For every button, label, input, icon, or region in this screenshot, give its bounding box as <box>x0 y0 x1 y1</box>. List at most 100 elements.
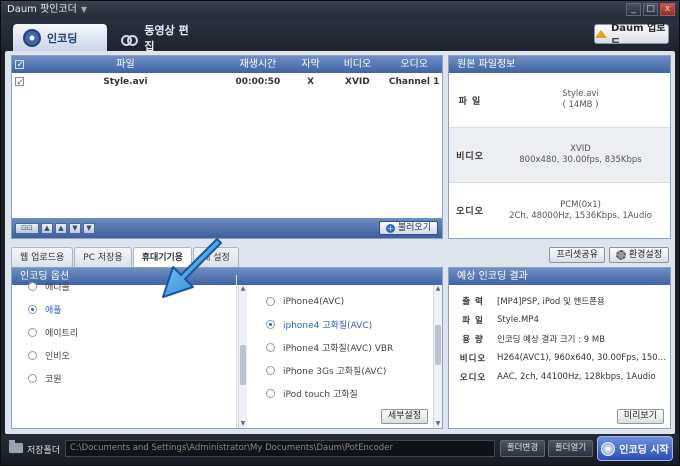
radio-button[interactable] <box>28 374 37 383</box>
brand-list: 애니콜 애플 에이트리 인비오 코원 <box>12 275 237 428</box>
start-encoding-button[interactable]: 인코딩 시작 <box>597 436 673 461</box>
open-folder-button[interactable]: 폴더열기 <box>548 440 593 457</box>
result-row: 출 력 [MP4]PSP, iPod 및 핸드폰용 <box>449 291 670 310</box>
column-audio[interactable]: 오디오 <box>386 56 442 73</box>
column-file[interactable]: 파일 <box>28 56 223 73</box>
window-title: Daum 팟인코더 <box>7 4 77 15</box>
select-all-checkbox[interactable] <box>15 57 25 74</box>
preset-tabs: 웹 업로드용 PC 저장용 휴대기기용 내 설정 <box>11 247 240 268</box>
brand-item[interactable]: 애플 <box>12 298 236 321</box>
result-value: 인코딩 예상 결과 크기 : 9 MB <box>497 334 606 345</box>
device-list: iPhone4(AVC) iphone4 고화질(AVC) iPhone4 고화… <box>250 290 438 428</box>
table-row[interactable]: Style.avi 00:00:50 X XVID Channel 1 <box>12 73 442 92</box>
cell-subtitle: X <box>307 77 315 87</box>
scroll-down-icon[interactable]: ▼ <box>435 421 441 427</box>
column-subtitle[interactable]: 자막 <box>293 56 329 73</box>
select-toggle-button[interactable]: ⊡⊡ <box>15 222 39 234</box>
row-checkbox[interactable] <box>15 74 25 92</box>
radio-button[interactable] <box>28 305 37 314</box>
column-video[interactable]: 비디오 <box>329 56 387 73</box>
main-tab-bar: 인코딩 동영상 편집 Daum 업로드 <box>1 19 679 53</box>
expected-result-panel: 예상 인코딩 결과 출 력 [MP4]PSP, iPod 및 핸드폰용 파 일 St… <box>448 267 671 429</box>
tab-mobile-device[interactable]: 휴대기기용 <box>132 247 193 268</box>
tab-encoding[interactable]: 인코딩 <box>13 24 107 51</box>
scroll-up-icon[interactable]: ▲ <box>435 286 441 292</box>
radio-button[interactable] <box>266 389 275 398</box>
result-row: 오디오 AAC, 2ch, 44100Hz, 128kbps, 1Audio <box>449 367 670 386</box>
brand-label: 코원 <box>45 375 62 385</box>
info-label: 비디오 <box>456 151 484 162</box>
radio-button[interactable] <box>266 297 275 306</box>
settings-button[interactable]: 환경설정 <box>608 247 669 263</box>
file-table-header: 파일 재생시간 자막 비디오 오디오 <box>12 56 442 74</box>
brand-label: 에이트리 <box>45 329 79 339</box>
brand-item[interactable]: 코원 <box>12 367 236 390</box>
cell-file: Style.avi <box>103 77 148 87</box>
brand-label: 애니콜 <box>45 283 70 293</box>
title-dropdown-icon[interactable]: ▼ <box>81 5 87 14</box>
move-top-button[interactable]: ▲ <box>41 222 53 234</box>
scissors-icon <box>121 30 139 46</box>
radio-button[interactable] <box>28 351 37 360</box>
cell-video: XVID <box>345 77 370 87</box>
file-list-panel: 파일 재생시간 자막 비디오 오디오 Style.avi 00:00:50 X … <box>11 55 443 239</box>
disc-icon <box>601 441 616 456</box>
move-bottom-button[interactable]: ▼ <box>83 222 95 234</box>
save-path-field[interactable]: C:\Documents and Settings\Administrator\… <box>65 440 495 457</box>
radio-button[interactable] <box>28 282 37 291</box>
preset-share-button[interactable]: 프리셋공유 <box>549 247 605 263</box>
move-up-button[interactable]: ▲ <box>55 222 67 234</box>
scroll-thumb[interactable] <box>240 345 246 385</box>
load-file-label: 불러오기 <box>397 223 431 233</box>
result-row: 비디오 H264(AVC1), 960x640, 30.00Fps, 150... <box>449 348 670 367</box>
result-value: AAC, 2ch, 44100Hz, 128kbps, 1Audio <box>497 371 656 382</box>
close-button[interactable]: x <box>660 3 675 16</box>
brand-item[interactable]: 에이트리 <box>12 321 236 344</box>
device-item[interactable]: iPhone 3Gs 고화질(AVC) <box>250 359 438 382</box>
device-item[interactable]: iphone4 고화질(AVC) <box>250 313 438 336</box>
info-value: 2Ch, 48000Hz, 1536Kbps, 1Audio <box>509 210 652 221</box>
app-window: Daum 팟인코더 ▼ _ □ x 인코딩 동영상 편집 Daum 업로드 파일 … <box>0 0 680 466</box>
minimize-button[interactable]: _ <box>626 3 641 16</box>
device-label: iPhone4(AVC) <box>283 296 345 307</box>
device-label: iPhone 3Gs 고화질(AVC) <box>283 367 387 377</box>
daum-upload-button[interactable]: Daum 업로드 <box>594 23 669 49</box>
change-folder-button[interactable]: 폴더변경 <box>500 440 545 457</box>
brand-item[interactable]: 인비오 <box>12 344 236 367</box>
preview-button[interactable]: 미리보기 <box>616 409 664 424</box>
radio-button[interactable] <box>266 320 275 329</box>
source-info-title: 원본 파일정보 <box>449 56 670 73</box>
load-file-button[interactable]: + 불러오기 <box>378 221 438 235</box>
scroll-thumb[interactable] <box>435 325 441 365</box>
result-label: 오디오 <box>459 372 487 383</box>
plus-icon: + <box>385 223 395 233</box>
brand-label: 인비오 <box>45 352 70 362</box>
tab-web-upload[interactable]: 웹 업로드용 <box>11 247 74 267</box>
detail-settings-button[interactable]: 세부설정 <box>380 409 428 424</box>
cell-audio: Channel 1 <box>388 77 440 87</box>
radio-button[interactable] <box>266 366 275 375</box>
encoding-content: 파일 재생시간 자막 비디오 오디오 Style.avi 00:00:50 X … <box>5 51 675 434</box>
brand-scrollbar[interactable]: ▲ ▼ <box>238 285 247 428</box>
device-label: iPod touch 고화질 <box>283 390 358 400</box>
start-encoding-label: 인코딩 시작 <box>619 445 669 456</box>
move-down-button[interactable]: ▼ <box>69 222 81 234</box>
brand-item[interactable]: 애니콜 <box>12 275 236 298</box>
device-scrollbar[interactable]: ▲ ▼ <box>433 285 442 428</box>
daum-upload-label: Daum 업로드 <box>611 23 666 49</box>
tab-video-edit[interactable]: 동영상 편집 <box>111 24 207 53</box>
result-label: 비디오 <box>459 353 487 364</box>
upload-arrow-icon <box>595 30 607 38</box>
column-duration[interactable]: 재생시간 <box>223 56 293 73</box>
tab-pc-save[interactable]: PC 저장용 <box>74 247 132 267</box>
radio-button[interactable] <box>28 328 37 337</box>
scroll-up-icon[interactable]: ▲ <box>240 286 246 292</box>
maximize-button[interactable]: □ <box>643 3 658 16</box>
file-list-toolbar: ⊡⊡ ▲ ▲ ▼ ▼ + 불러오기 <box>12 218 442 238</box>
scroll-down-icon[interactable]: ▼ <box>240 421 246 427</box>
tab-my-settings[interactable]: 내 설정 <box>193 247 239 267</box>
device-item[interactable]: iPod touch 고화질 <box>250 382 438 405</box>
device-item[interactable]: iPhone4 고화질(AVC) VBR <box>250 336 438 359</box>
radio-button[interactable] <box>266 343 275 352</box>
device-item[interactable]: iPhone4(AVC) <box>250 290 438 313</box>
